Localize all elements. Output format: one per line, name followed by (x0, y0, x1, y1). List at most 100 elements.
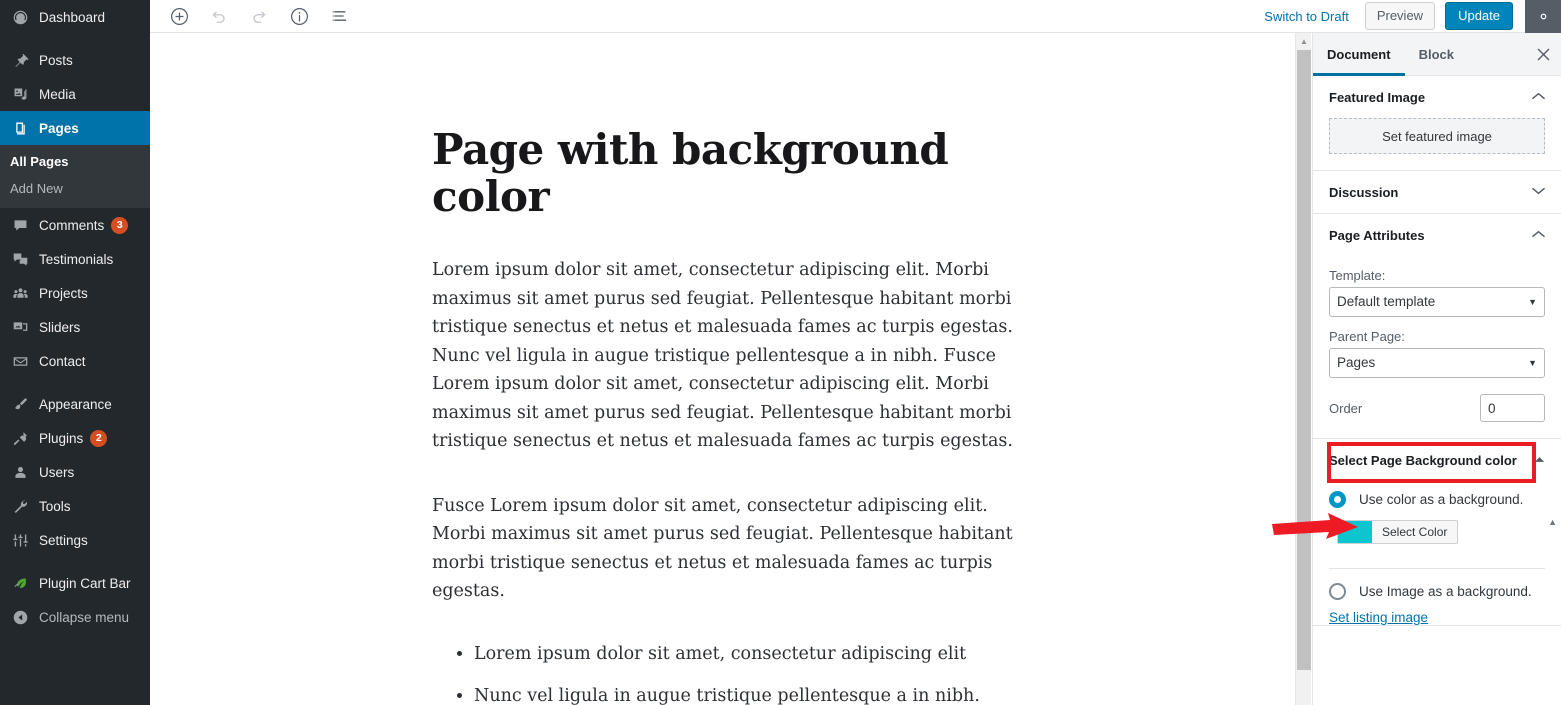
tab-document[interactable]: Document (1313, 33, 1405, 76)
media-icon (9, 84, 31, 104)
preview-button[interactable]: Preview (1364, 2, 1436, 30)
use-color-radio[interactable] (1329, 491, 1346, 508)
comments-count-badge: 3 (111, 216, 129, 234)
settings-gear-icon[interactable] (1525, 0, 1561, 33)
editor-header-tools (150, 3, 352, 29)
panel-featured-image-header[interactable]: Featured Image (1313, 76, 1561, 118)
order-row: Order (1329, 394, 1545, 422)
collapse-icon (9, 607, 31, 627)
page-body: Lorem ipsum dolor sit amet, consectetur … (432, 256, 1032, 705)
sidebar-item-media[interactable]: Media (0, 77, 150, 111)
sidebar-item-settings[interactable]: Settings (0, 523, 150, 557)
select-color-button[interactable]: Select Color (1337, 520, 1459, 544)
sliders-icon (9, 317, 31, 337)
sidebar-item-projects[interactable]: Projects (0, 276, 150, 310)
cart-leaf-icon (9, 573, 31, 593)
pages-submenu: All Pages Add New (0, 145, 150, 208)
parent-page-select[interactable]: Pages ▼ (1329, 348, 1545, 378)
panel-title: Page Attributes (1329, 227, 1425, 243)
page-icon (9, 118, 31, 138)
panel-page-attributes-header[interactable]: Page Attributes (1313, 214, 1561, 256)
sidebar-item-dashboard[interactable]: Dashboard (0, 0, 150, 34)
dashboard-icon (9, 7, 31, 27)
list-block[interactable]: Lorem ipsum dolor sit amet, consectetur … (432, 640, 1032, 705)
comment-icon (9, 215, 31, 235)
sidebar-item-plugin-cart-bar[interactable]: Plugin Cart Bar (0, 566, 150, 600)
color-swatch[interactable] (1338, 521, 1372, 543)
select-color-label: Select Color (1382, 525, 1448, 539)
editor-canvas[interactable]: Page with background color Lorem ipsum d… (150, 33, 1295, 705)
sidebar-item-label: Contact (39, 353, 86, 369)
page-title[interactable]: Page with background color (432, 126, 1052, 220)
collapse-menu-button[interactable]: Collapse menu (0, 600, 150, 634)
sidebar-item-pages[interactable]: Pages (0, 111, 158, 145)
sidebar-item-testimonials[interactable]: Testimonials (0, 242, 150, 276)
parent-page-select-value: Pages (1337, 355, 1376, 370)
editor-content: Page with background color Lorem ipsum d… (150, 126, 1295, 705)
chevron-up-icon (1534, 455, 1545, 466)
use-color-label: Use color as a background. (1359, 492, 1524, 507)
block-navigation-icon[interactable] (326, 3, 352, 29)
menu-separator (0, 557, 150, 566)
submenu-item-label: All Pages (10, 154, 69, 169)
set-listing-image-link[interactable]: Set listing image (1329, 610, 1428, 625)
template-select-value: Default template (1337, 294, 1436, 309)
settings-sliders-icon (9, 530, 31, 550)
sidebar-item-label: Comments (39, 217, 105, 233)
set-featured-image-button[interactable]: Set featured image (1329, 118, 1545, 154)
panel-title: Featured Image (1329, 89, 1426, 105)
submenu-item-all-pages[interactable]: All Pages (0, 148, 150, 175)
panel-title: Select Page Background color (1329, 452, 1517, 468)
plugins-count-badge: 2 (90, 429, 108, 447)
submenu-item-add-new[interactable]: Add New (0, 175, 150, 202)
paragraph-block[interactable]: Lorem ipsum dolor sit amet, consectetur … (432, 256, 1032, 456)
sidebar-item-plugins[interactable]: Plugins 2 (0, 421, 150, 455)
sidebar-item-appearance[interactable]: Appearance (0, 387, 150, 421)
panel-page-background-color-header[interactable]: Select Page Background color (1313, 439, 1561, 481)
chevron-up-icon (1532, 230, 1545, 241)
sidebar-item-posts[interactable]: Posts (0, 43, 150, 77)
wrench-icon (9, 496, 31, 516)
sidebar-item-label: Tools (39, 498, 71, 514)
wordpress-block-editor-screen: Dashboard Posts Media Pages All Pages Ad… (0, 0, 1561, 705)
sidebar-item-comments[interactable]: Comments 3 (0, 208, 150, 242)
panel-discussion-header[interactable]: Discussion (1313, 171, 1561, 213)
collapse-menu-label: Collapse menu (39, 609, 130, 625)
redo-icon[interactable] (246, 3, 272, 29)
paragraph-block[interactable]: Fusce Lorem ipsum dolor sit amet, consec… (432, 492, 1032, 606)
sidebar-item-sliders[interactable]: Sliders (0, 310, 150, 344)
use-image-radio[interactable] (1329, 583, 1346, 600)
close-icon[interactable] (1525, 33, 1561, 76)
info-icon[interactable] (286, 3, 312, 29)
submenu-item-label: Add New (10, 181, 63, 196)
settings-sidebar: Document Block Featured Image Set featur… (1312, 33, 1561, 705)
pin-icon (9, 50, 31, 70)
sidebar-item-users[interactable]: Users (0, 455, 150, 489)
undo-icon[interactable] (206, 3, 232, 29)
scrollbar-thumb[interactable] (1297, 50, 1311, 670)
sidebar-item-tools[interactable]: Tools (0, 489, 150, 523)
add-block-icon[interactable] (166, 3, 192, 29)
scroll-up-arrow-icon[interactable]: ▲ (1296, 33, 1312, 50)
testimonial-icon (9, 249, 31, 269)
projects-icon (9, 283, 31, 303)
sidebar-item-contact[interactable]: Contact (0, 344, 150, 378)
list-item[interactable]: Nunc vel ligula in augue tristique pelle… (474, 682, 1032, 705)
list-item[interactable]: Lorem ipsum dolor sit amet, consectetur … (474, 640, 1032, 669)
menu-separator (0, 34, 150, 43)
use-color-option-row: Use color as a background. (1313, 481, 1561, 508)
template-select[interactable]: Default template ▼ (1329, 287, 1545, 317)
editor-header: Switch to Draft Preview Update (150, 0, 1561, 33)
panel-title: Discussion (1329, 184, 1399, 200)
update-button[interactable]: Update (1445, 2, 1513, 30)
tab-block[interactable]: Block (1405, 33, 1468, 76)
use-image-option-row: Use Image as a background. (1313, 569, 1561, 600)
switch-to-draft-button[interactable]: Switch to Draft (1264, 9, 1349, 24)
panel-featured-image-body: Set featured image (1313, 118, 1561, 170)
chevron-up-icon (1532, 92, 1545, 103)
mail-icon (9, 351, 31, 371)
order-input[interactable] (1480, 394, 1545, 422)
parent-page-label: Parent Page: (1329, 329, 1405, 344)
editor-scrollbar[interactable]: ▲ (1295, 33, 1311, 705)
settings-tablist: Document Block (1313, 33, 1561, 76)
